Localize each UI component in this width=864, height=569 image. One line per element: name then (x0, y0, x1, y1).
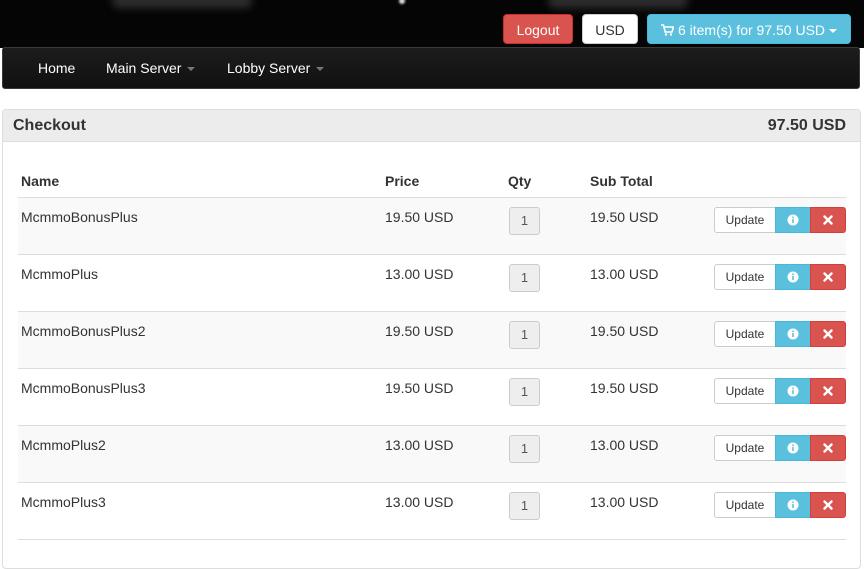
item-name: McmmoPlus3 (21, 494, 106, 510)
remove-button[interactable] (810, 492, 846, 518)
quantity-input[interactable]: 1 (509, 492, 540, 520)
info-button[interactable] (775, 321, 811, 347)
item-subtotal: 19.50 USD (590, 380, 659, 396)
update-button[interactable]: Update (714, 207, 776, 233)
info-icon (787, 271, 799, 283)
quantity-input[interactable]: 1 (509, 264, 540, 292)
quantity-input[interactable]: 1 (509, 207, 540, 235)
chevron-down-icon (316, 67, 325, 72)
main-navbar: Home Main Server Lobby Server (2, 47, 860, 89)
info-button[interactable] (775, 378, 811, 404)
info-button[interactable] (775, 435, 811, 461)
nav-lobby-server[interactable]: Lobby Server (227, 48, 325, 88)
banner-decoration (399, 0, 405, 4)
item-name: McmmoBonusPlus2 (21, 323, 146, 339)
column-header-price: Price (385, 173, 420, 189)
currency-button[interactable]: USD (582, 14, 638, 44)
info-button[interactable] (775, 264, 811, 290)
banner-decoration (112, 0, 252, 8)
update-button[interactable]: Update (714, 264, 776, 290)
remove-button[interactable] (810, 321, 846, 347)
info-icon (787, 328, 799, 340)
cart-summary: 6 item(s) for 97.50 USD (677, 22, 826, 38)
chevron-down-icon (187, 67, 196, 72)
table-row: McmmoBonusPlus 19.50 USD 1 19.50 USD Upd… (18, 198, 846, 255)
cart-button[interactable]: 6 item(s) for 97.50 USD (647, 14, 851, 44)
checkout-table: Name Price Qty Sub Total McmmoBonusPlus … (18, 170, 846, 540)
close-icon (823, 272, 833, 282)
column-header-qty: Qty (508, 173, 532, 189)
page-title: Checkout (13, 117, 86, 134)
item-price: 13.00 USD (385, 266, 454, 282)
close-icon (823, 329, 833, 339)
info-icon (787, 499, 799, 511)
update-button[interactable]: Update (714, 321, 776, 347)
remove-button[interactable] (810, 207, 846, 233)
logout-button[interactable]: Logout (503, 14, 573, 44)
item-price: 19.50 USD (385, 380, 454, 396)
update-button[interactable]: Update (714, 378, 776, 404)
info-icon (787, 214, 799, 226)
shopping-cart-icon (660, 16, 675, 46)
table-header: Name Price Qty Sub Total (18, 170, 846, 198)
close-icon (823, 386, 833, 396)
update-button[interactable]: Update (714, 435, 776, 461)
info-icon (787, 385, 799, 397)
info-icon (787, 442, 799, 454)
item-price: 19.50 USD (385, 209, 454, 225)
nav-main-server-label: Main Server (106, 60, 182, 76)
item-name: McmmoBonusPlus3 (21, 380, 146, 396)
column-header-name: Name (21, 173, 60, 189)
table-row: McmmoPlus2 13.00 USD 1 13.00 USD Update (18, 426, 846, 483)
item-subtotal: 13.00 USD (590, 494, 659, 510)
item-price: 19.50 USD (385, 323, 454, 339)
nav-home[interactable]: Home (38, 48, 75, 88)
table-row: McmmoBonusPlus2 19.50 USD 1 19.50 USD Up… (18, 312, 846, 369)
quantity-input[interactable]: 1 (509, 378, 540, 406)
item-price: 13.00 USD (385, 494, 454, 510)
close-icon (823, 215, 833, 225)
item-subtotal: 19.50 USD (590, 323, 659, 339)
table-row: McmmoPlus 13.00 USD 1 13.00 USD Update (18, 255, 846, 312)
update-button[interactable]: Update (714, 492, 776, 518)
checkout-panel: Checkout 97.50 USD Name Price Qty Sub To… (2, 109, 861, 569)
item-subtotal: 13.00 USD (590, 437, 659, 453)
banner-decoration (548, 0, 688, 8)
column-header-subtotal: Sub Total (590, 173, 653, 189)
item-name: McmmoBonusPlus (21, 209, 138, 225)
chevron-down-icon (829, 29, 838, 34)
remove-button[interactable] (810, 435, 846, 461)
table-row: McmmoPlus3 13.00 USD 1 13.00 USD Update (18, 483, 846, 540)
checkout-total: 97.50 USD (767, 117, 846, 134)
nav-main-server[interactable]: Main Server (106, 48, 196, 88)
quantity-input[interactable]: 1 (509, 435, 540, 463)
item-price: 13.00 USD (385, 437, 454, 453)
info-button[interactable] (775, 207, 811, 233)
quantity-input[interactable]: 1 (509, 321, 540, 349)
checkout-panel-header: Checkout 97.50 USD (3, 110, 860, 142)
item-subtotal: 19.50 USD (590, 209, 659, 225)
close-icon (823, 443, 833, 453)
remove-button[interactable] (810, 378, 846, 404)
remove-button[interactable] (810, 264, 846, 290)
item-name: McmmoPlus (21, 266, 99, 282)
item-subtotal: 13.00 USD (590, 266, 659, 282)
close-icon (823, 500, 833, 510)
info-button[interactable] (775, 492, 811, 518)
item-name: McmmoPlus2 (21, 437, 106, 453)
top-banner: Logout USD 6 item(s) for 97.50 USD (0, 0, 864, 48)
table-row: McmmoBonusPlus3 19.50 USD 1 19.50 USD Up… (18, 369, 846, 426)
nav-lobby-server-label: Lobby Server (227, 60, 311, 76)
